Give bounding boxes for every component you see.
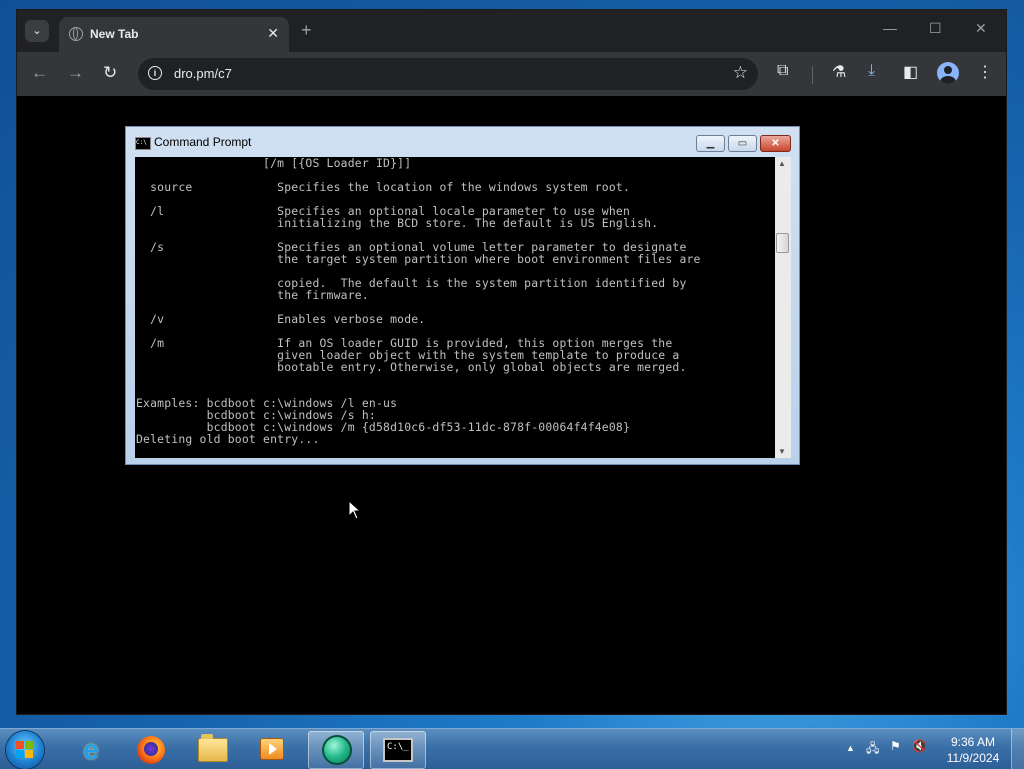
maximize-button[interactable]: ☐ xyxy=(929,20,942,37)
folder-icon xyxy=(198,734,228,762)
download-icon[interactable]: ⤓ xyxy=(868,62,875,80)
taskbar-media-player[interactable] xyxy=(244,731,300,769)
taskbar-explorer[interactable] xyxy=(184,731,240,769)
reload-button[interactable]: ↻ xyxy=(103,63,117,83)
mouse-cursor-icon xyxy=(348,500,362,520)
cmd-app-icon: C:\ xyxy=(135,137,151,150)
site-info-icon[interactable]: i xyxy=(148,66,162,80)
back-button[interactable]: ← xyxy=(31,63,48,83)
cmd-maximize-button[interactable]: ▭ xyxy=(728,135,757,152)
close-window-button[interactable]: ✕ xyxy=(975,20,987,37)
cmd-output-text: [/m [{OS Loader ID}]] source Specifies t… xyxy=(136,157,701,446)
browser-toolbar: ← → ↻ i dro.pm/c7 ☆ ⧉ ⚗ ⤓ ◧ ⋮ xyxy=(17,52,1006,96)
taskbar-browser[interactable] xyxy=(308,731,364,769)
profile-avatar-icon[interactable] xyxy=(937,62,959,84)
cmd-close-button[interactable]: ✕ xyxy=(760,135,791,152)
tab-new-tab[interactable]: New Tab ✕ xyxy=(59,17,289,52)
cmd-minimize-button[interactable]: ▁ xyxy=(696,135,725,152)
tab-close-icon[interactable]: ✕ xyxy=(267,25,279,42)
minimize-button[interactable]: — xyxy=(883,20,897,36)
address-bar[interactable]: i dro.pm/c7 ☆ xyxy=(138,58,758,90)
extensions-icon[interactable]: ⧉ xyxy=(777,62,788,80)
tab-title: New Tab xyxy=(90,27,139,41)
menu-icon[interactable]: ⋮ xyxy=(977,62,993,82)
forward-button[interactable]: → xyxy=(67,63,84,83)
volume-muted-icon[interactable]: 🔇 xyxy=(912,739,927,753)
clock-date: 11/9/2024 xyxy=(946,751,1000,765)
cmd-window-title: Command Prompt xyxy=(154,135,252,149)
command-prompt-window[interactable]: C:\ Command Prompt ▁ ▭ ✕ [/m [{OS Loader… xyxy=(125,126,800,465)
toolbar-divider xyxy=(812,66,813,84)
start-button[interactable] xyxy=(6,731,44,769)
browser-app-icon xyxy=(322,735,352,765)
scroll-down-icon[interactable]: ▼ xyxy=(778,447,786,456)
network-icon[interactable]: 🖧 xyxy=(866,739,879,760)
new-tab-button[interactable]: + xyxy=(301,21,312,39)
media-player-icon xyxy=(260,738,284,760)
show-hidden-icons-button[interactable]: ▲ xyxy=(846,743,855,753)
system-clock[interactable]: 9:36 AM 11/9/2024 xyxy=(938,734,1008,766)
firefox-icon xyxy=(137,736,165,764)
cmd-scrollbar[interactable]: ▲ ▼ xyxy=(775,157,791,458)
action-center-flag-icon[interactable]: ⚑ xyxy=(890,739,901,753)
clock-time: 9:36 AM xyxy=(950,735,996,749)
command-prompt-icon: C:\_ xyxy=(383,738,413,762)
taskbar-command-prompt[interactable]: C:\_ xyxy=(370,731,426,769)
side-panel-icon[interactable]: ◧ xyxy=(903,62,918,82)
scroll-up-icon[interactable]: ▲ xyxy=(778,159,786,168)
cmd-console[interactable]: [/m [{OS Loader ID}]] source Specifies t… xyxy=(135,157,775,458)
taskbar-ie[interactable]: e xyxy=(62,731,118,769)
tab-search-button[interactable]: ⌄ xyxy=(25,20,49,42)
tab-strip: ⌄ New Tab ✕ + — ☐ ✕ xyxy=(17,10,1006,52)
globe-icon xyxy=(69,27,83,41)
windows-logo-icon xyxy=(16,741,34,759)
scroll-thumb[interactable] xyxy=(776,233,789,253)
internet-explorer-icon: e xyxy=(83,734,99,765)
labs-icon[interactable]: ⚗ xyxy=(832,62,846,82)
address-url[interactable]: dro.pm/c7 xyxy=(174,66,232,81)
taskbar: e C:\_ ▲ 🖧 ⚑ 🔇 9:36 AM 11/9/2024 xyxy=(0,728,1024,769)
bookmark-star-icon[interactable]: ☆ xyxy=(733,63,748,83)
show-desktop-button[interactable] xyxy=(1011,729,1024,769)
taskbar-firefox[interactable] xyxy=(122,731,178,769)
